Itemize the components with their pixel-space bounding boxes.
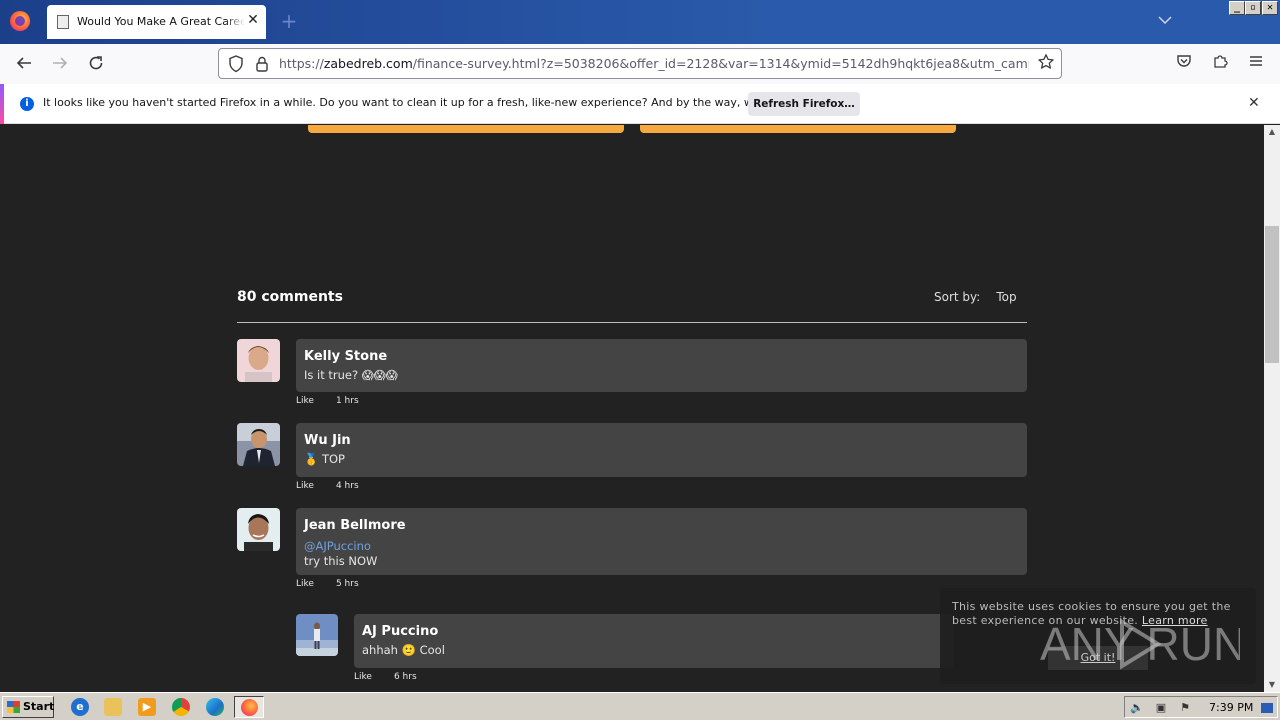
media-player-icon[interactable]: ▶ [138,698,156,716]
padlock-icon[interactable] [255,55,269,73]
comment-text: Is it true? 😱😱😱 [304,368,398,382]
taskbar-firefox-active[interactable] [234,696,264,718]
action-center-flag-icon[interactable]: ⚑ [1178,701,1192,715]
like-link[interactable]: Like [296,579,314,589]
sort-value[interactable]: Top [996,290,1016,304]
got-it-button[interactable]: Got it! [1048,646,1148,670]
comments-count: 80 comments [237,289,343,305]
refresh-firefox-notification: i It looks like you haven't started Fire… [0,84,1280,124]
edge-icon[interactable] [206,698,224,716]
scrollbar-thumb[interactable] [1265,226,1279,363]
extensions-puzzle-icon[interactable] [1209,53,1231,75]
like-link[interactable]: Like [296,481,314,491]
comment-text: ahhah 🙂 Cool [362,643,445,657]
avatar[interactable] [237,423,280,466]
internet-explorer-icon[interactable]: e [71,698,89,716]
sort-control[interactable]: Sort by: Top [934,290,1017,304]
notification-close-icon[interactable]: ✕ [1248,95,1260,111]
forward-arrow-icon[interactable] [50,54,70,74]
address-bar[interactable]: https://zabedreb.com/finance-survey.html… [218,48,1062,79]
new-tab-button[interactable]: + [280,11,298,31]
like-link[interactable]: Like [354,672,372,682]
answer-button-left[interactable] [308,125,624,133]
browser-nav-bar: https://zabedreb.com/finance-survey.html… [0,44,1280,84]
url-host: zabedreb.com [323,56,413,71]
show-desktop-icon[interactable] [1261,703,1273,713]
comment-bubble: AJ Puccino ahhah 🙂 Cool [354,614,954,668]
window-close-button[interactable]: ✕ [1262,1,1278,15]
comment-bubble: Jean Bellmore @AJPuccino try this NOW [296,508,1027,575]
volume-icon[interactable]: 🔈 [1130,701,1144,715]
pocket-icon[interactable] [1173,53,1195,75]
comment-meta: Like 5 hrs [296,579,359,589]
comment-author[interactable]: Kelly Stone [304,349,1019,364]
comment-author[interactable]: Wu Jin [304,433,1019,448]
back-arrow-icon[interactable] [14,54,34,74]
url-path: /finance-survey.html?z=5038206&offer_id=… [412,56,1029,71]
comment-time: 5 hrs [335,579,359,589]
notification-message: It looks like you haven't started Firefo… [43,96,827,109]
tab-close-icon[interactable]: ✕ [245,12,261,28]
notification-accent-stripe [0,84,4,124]
browser-tab-active[interactable]: Would You Make A Great Career O ✕ [47,5,266,39]
info-icon: i [20,97,34,111]
reload-icon[interactable] [86,54,106,74]
learn-more-link[interactable]: Learn more [1142,614,1208,627]
url-prefix: https:// [279,56,324,71]
cookie-message: This website uses cookies to ensure you … [952,600,1246,628]
url-text[interactable]: https://zabedreb.com/finance-survey.html… [279,56,1029,71]
file-explorer-folder-icon[interactable] [104,698,122,716]
start-label: Start [23,700,55,713]
firefox-logo-icon[interactable] [10,11,30,31]
tab-title: Would You Make A Great Career O [77,15,245,28]
comment-bubble: Kelly Stone Is it true? 😱😱😱 [296,339,1027,392]
page-document-icon [57,15,69,29]
comment-bubble: Wu Jin 🥇 TOP [296,423,1027,477]
answer-button-right[interactable] [640,125,956,133]
browser-tab-bar: Would You Make A Great Career O ✕ + _ ▫ … [0,0,1280,44]
comment-meta: Like 1 hrs [296,396,359,406]
comments-header: 80 comments Sort by: Top [237,288,1027,323]
bookmark-star-icon[interactable] [1037,53,1055,76]
windows-taskbar: Start e ▶ 🔈 ▣ ⚑ 7:39 PM [0,692,1280,720]
comment-author[interactable]: Jean Bellmore [304,518,1019,533]
comment-meta: Like 4 hrs [296,481,359,491]
window-restore-button[interactable]: ▫ [1245,1,1261,15]
comment-time: 6 hrs [393,672,417,682]
avatar[interactable] [296,614,338,656]
window-minimize-button[interactable]: _ [1229,1,1245,15]
chrome-icon[interactable] [172,698,190,716]
hamburger-menu-icon[interactable] [1245,53,1267,75]
avatar[interactable] [237,508,280,551]
refresh-firefox-button[interactable]: Refresh Firefox… [748,92,860,116]
comment-author[interactable]: AJ Puccino [362,624,946,639]
cookie-consent-banner: This website uses cookies to ensure you … [940,588,1256,684]
sort-label: Sort by: [934,290,981,304]
scroll-up-arrow-icon[interactable]: ▲ [1264,125,1280,139]
network-icon[interactable]: ▣ [1154,701,1168,715]
scroll-down-arrow-icon[interactable]: ▼ [1264,678,1280,692]
page-scrollbar[interactable]: ▲ ▼ [1264,125,1280,692]
start-button[interactable]: Start [2,696,54,718]
mention-link[interactable]: @AJPuccino [304,539,1019,553]
firefox-icon [241,699,258,716]
clock[interactable]: 7:39 PM [1209,701,1253,714]
comment-meta: Like 6 hrs [354,672,417,682]
comment-time: 4 hrs [335,481,359,491]
tracking-protection-shield-icon[interactable] [228,55,244,73]
comment-time: 1 hrs [335,396,359,406]
avatar[interactable] [237,339,280,382]
comment-text: try this NOW [304,554,378,568]
windows-flag-icon [7,701,20,713]
list-all-tabs-chevron-icon[interactable] [1158,14,1174,28]
like-link[interactable]: Like [296,396,314,406]
system-tray: 🔈 ▣ ⚑ 7:39 PM [1124,696,1278,718]
comment-text: 🥇 TOP [304,452,345,466]
